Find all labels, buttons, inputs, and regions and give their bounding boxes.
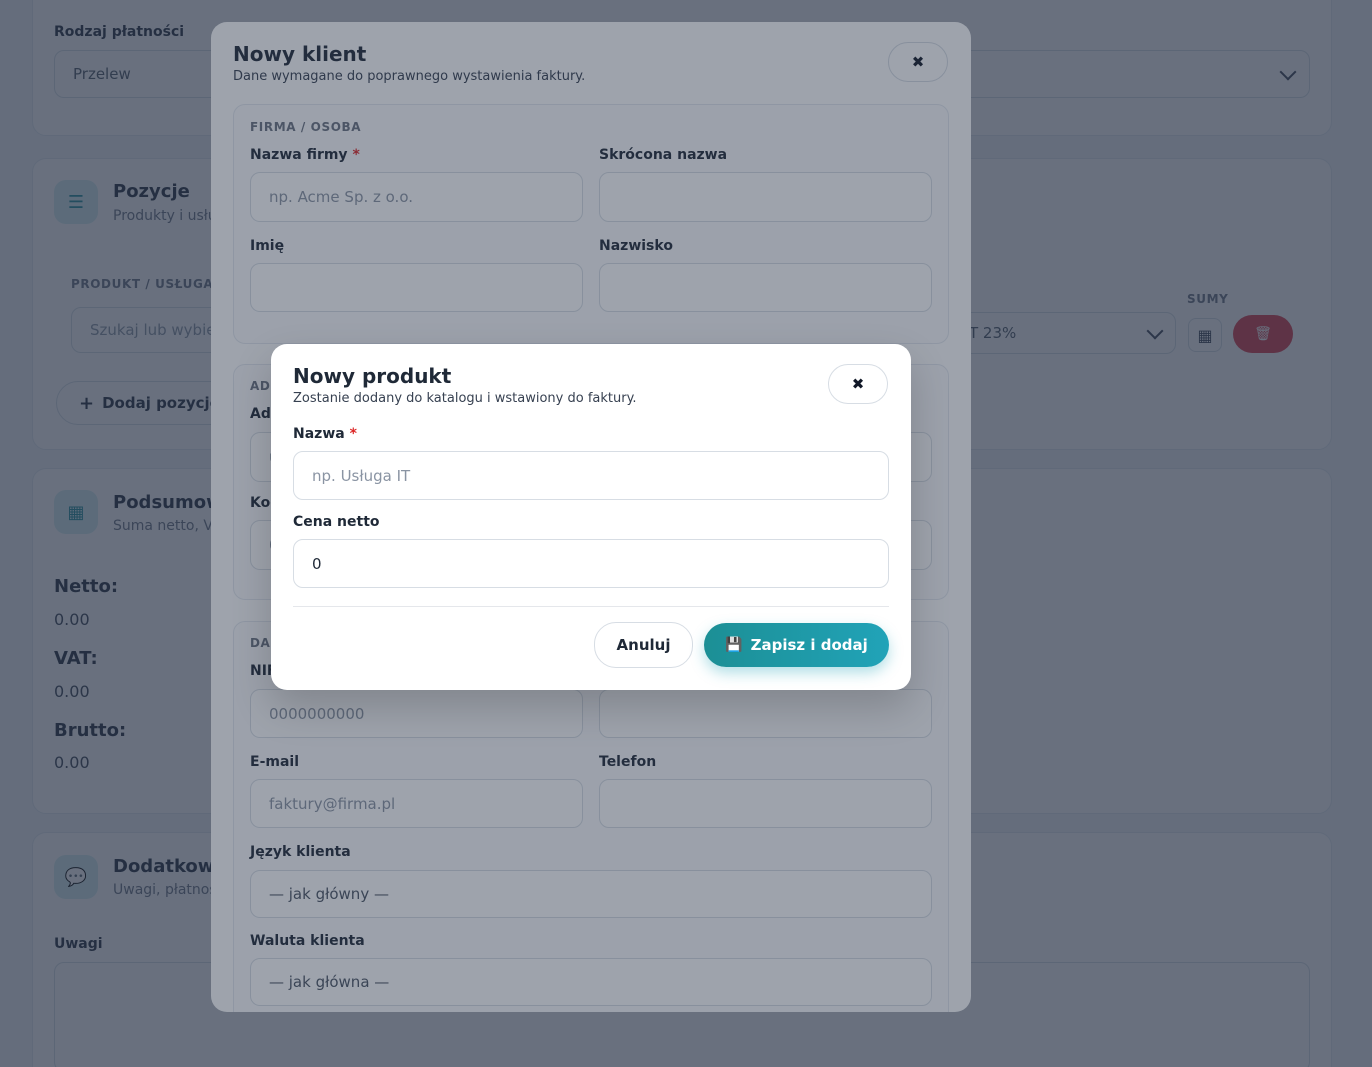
product-name-label: Nazwa * (293, 426, 357, 442)
net-price-value: 0 (312, 554, 322, 573)
new-product-modal: Nowy produkt Zostanie dodany do katalogu… (271, 344, 911, 690)
product-modal-title: Nowy produkt (293, 364, 452, 388)
product-name-label-text: Nazwa (293, 426, 345, 442)
footer-divider (293, 606, 889, 607)
required-mark: * (349, 426, 357, 442)
net-price-input[interactable]: 0 (293, 539, 889, 588)
product-name-input[interactable]: np. Usługa IT (293, 451, 889, 500)
net-price-label: Cena netto (293, 514, 380, 530)
cancel-label: Anuluj (616, 636, 671, 654)
product-modal-close-button[interactable]: ✖ (828, 364, 888, 404)
save-and-add-label: Zapisz i dodaj (750, 636, 868, 654)
product-name-placeholder: np. Usługa IT (312, 466, 411, 485)
cancel-button[interactable]: Anuluj (594, 622, 693, 668)
floppy-disk-icon: 💾 (725, 637, 743, 653)
close-icon: ✖ (851, 375, 865, 393)
product-modal-subtitle: Zostanie dodany do katalogu i wstawiony … (293, 391, 637, 406)
save-and-add-button[interactable]: 💾 Zapisz i dodaj (704, 623, 889, 667)
